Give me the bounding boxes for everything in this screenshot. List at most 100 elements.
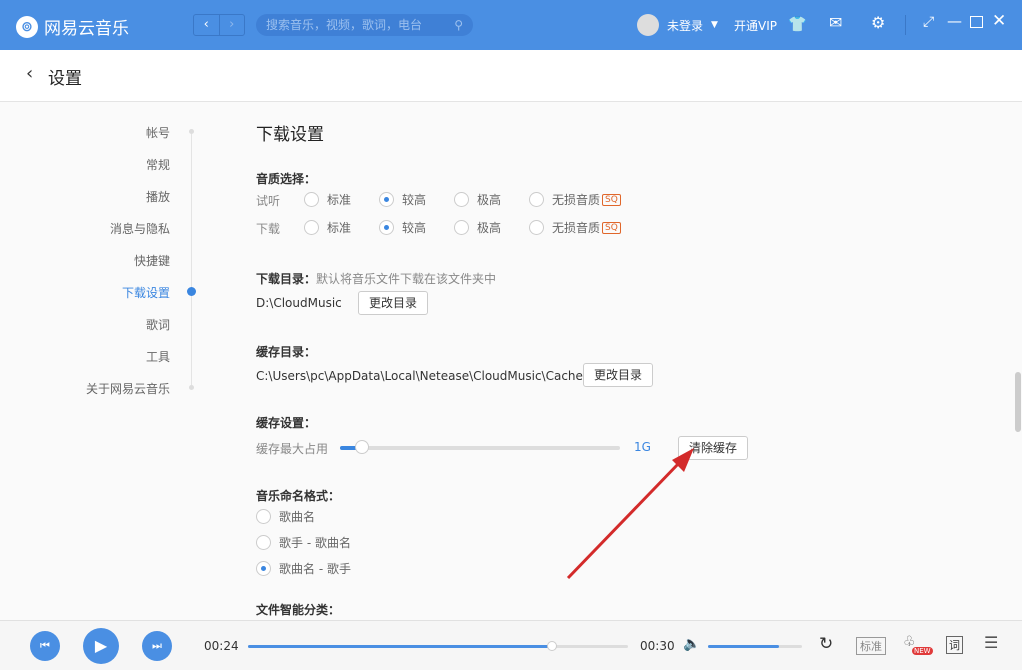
radio-download-higher[interactable]: 较高: [379, 219, 426, 236]
radio-preview-lossless[interactable]: 无损音质 SQ: [529, 191, 621, 208]
sq-badge: SQ: [602, 193, 621, 206]
radio[interactable]: [256, 509, 271, 524]
scrollbar-thumb[interactable]: [1015, 372, 1021, 432]
nav-buttons: ‹ ›: [193, 14, 245, 36]
app-logo[interactable]: ⊚ 网易云音乐: [16, 14, 129, 39]
sidebar-item-playback[interactable]: 播放: [146, 188, 170, 205]
vip-link[interactable]: 开通VIP: [734, 17, 777, 34]
playlist-icon[interactable]: ☰: [984, 633, 998, 652]
radio[interactable]: [304, 192, 319, 207]
option-label: 无损音质: [552, 221, 601, 235]
previous-button[interactable]: ⏮: [30, 631, 60, 661]
chevron-down-icon: ▼: [711, 20, 718, 30]
progress-fill: [248, 645, 552, 648]
option-label: 歌曲名: [279, 510, 316, 524]
classify-label: 文件智能分类：: [256, 603, 341, 617]
option-label: 无损音质: [552, 193, 601, 207]
naming-label: 音乐命名格式：: [256, 489, 341, 503]
search-icon[interactable]: ⚲: [454, 14, 463, 36]
user-menu[interactable]: 未登录 ▼: [637, 14, 718, 36]
next-button[interactable]: ⏭: [142, 631, 172, 661]
volume-fill: [708, 645, 779, 648]
progress-bar[interactable]: [248, 641, 628, 651]
skin-icon[interactable]: 👕: [788, 15, 807, 33]
option-label: 较高: [402, 221, 427, 235]
sidebar-item-account[interactable]: 帐号: [146, 124, 170, 141]
cache-dir-path: C:\Users\pc\AppData\Local\Netease\CloudM…: [256, 369, 583, 383]
sidebar-dot-active: [187, 287, 196, 296]
sidebar-item-shortcuts[interactable]: 快捷键: [134, 252, 170, 269]
radio-preview-higher[interactable]: 较高: [379, 191, 426, 208]
user-name: 未登录: [667, 18, 704, 33]
change-cache-dir-button[interactable]: 更改目录: [583, 363, 654, 387]
sidebar-dot: [189, 385, 194, 390]
gear-icon[interactable]: ⚙: [871, 13, 885, 32]
radio[interactable]: [256, 535, 271, 550]
slider-handle[interactable]: [355, 440, 369, 454]
download-dir-hint: 默认将音乐文件下载在该文件夹中: [316, 272, 497, 286]
radio-download-extreme[interactable]: 极高: [454, 219, 501, 236]
radio[interactable]: [256, 561, 271, 576]
elapsed-time: 00:24: [204, 639, 239, 653]
sidebar-item-tools[interactable]: 工具: [146, 348, 170, 365]
radio[interactable]: [454, 220, 469, 235]
preview-label: 试听: [256, 194, 281, 208]
radio-preview-extreme[interactable]: 极高: [454, 191, 501, 208]
title-bar: ⊚ 网易云音乐 ‹ › 搜索音乐，视频，歌词，电台 ⚲ 未登录 ▼ 开通VIP 👕 ✉ …: [0, 0, 1022, 50]
section-title: 下载设置: [256, 125, 324, 145]
minimize-icon[interactable]: —: [947, 12, 962, 30]
app-name: 网易云音乐: [44, 19, 129, 39]
divider: [905, 15, 906, 35]
lyrics-button[interactable]: 词: [946, 636, 963, 654]
download-dir-path: D:\CloudMusic: [256, 296, 342, 310]
radio[interactable]: [529, 192, 544, 207]
option-label: 极高: [477, 221, 502, 235]
play-button[interactable]: ▶: [83, 628, 119, 664]
radio-download-standard[interactable]: 标准: [304, 219, 351, 236]
mini-mode-icon[interactable]: ⤢: [923, 14, 934, 30]
maximize-icon[interactable]: [970, 16, 983, 28]
volume-icon[interactable]: 🔈: [683, 636, 700, 652]
search-input[interactable]: 搜索音乐，视频，歌词，电台 ⚲: [256, 14, 473, 36]
radio-naming-song[interactable]: 歌曲名: [256, 508, 315, 525]
loop-icon[interactable]: ↻: [819, 634, 833, 654]
cache-dir-label: 缓存目录：: [256, 345, 317, 359]
option-label: 标准: [327, 221, 352, 235]
radio[interactable]: [379, 192, 394, 207]
radio[interactable]: [529, 220, 544, 235]
radio[interactable]: [304, 220, 319, 235]
download-quality-label: 下载: [256, 222, 281, 236]
sidebar-item-privacy[interactable]: 消息与隐私: [110, 220, 170, 237]
radio-preview-standard[interactable]: 标准: [304, 191, 351, 208]
netease-logo-icon: ⊚: [16, 15, 38, 38]
page-title: 设置: [48, 69, 82, 89]
radio[interactable]: [454, 192, 469, 207]
sidebar-item-general[interactable]: 常规: [146, 156, 170, 173]
radio-naming-artist-song[interactable]: 歌手 - 歌曲名: [256, 534, 351, 551]
mail-icon[interactable]: ✉: [829, 13, 842, 32]
avatar: [637, 14, 659, 36]
radio-download-lossless[interactable]: 无损音质 SQ: [529, 219, 621, 236]
change-download-dir-button[interactable]: 更改目录: [358, 291, 429, 315]
option-label: 标准: [327, 193, 352, 207]
volume-bar[interactable]: [708, 645, 802, 648]
radio-naming-song-artist[interactable]: 歌曲名 - 歌手: [256, 560, 351, 577]
back-icon[interactable]: ‹: [26, 63, 33, 84]
quality-button[interactable]: 标准: [856, 637, 886, 655]
new-badge: NEW: [912, 647, 933, 655]
cache-settings-label: 缓存设置：: [256, 416, 317, 430]
progress-handle[interactable]: [547, 641, 557, 651]
radio[interactable]: [379, 220, 394, 235]
sidebar-dot: [189, 129, 194, 134]
forward-nav-button[interactable]: ›: [218, 15, 245, 35]
back-nav-button[interactable]: ‹: [194, 15, 219, 35]
option-label: 极高: [477, 193, 502, 207]
clear-cache-button[interactable]: 清除缓存: [678, 436, 749, 460]
total-time: 00:30: [640, 639, 675, 653]
sidebar-item-about[interactable]: 关于网易云音乐: [86, 380, 170, 397]
sidebar-item-lyrics[interactable]: 歌词: [146, 316, 170, 333]
player-bar: ⏮ ▶ ⏭ 00:24 00:30 🔈 ↻ 标准 ♧ NEW 词 ☰: [0, 620, 1022, 670]
sidebar-item-download[interactable]: 下载设置: [122, 284, 170, 301]
cache-size-slider[interactable]: [340, 440, 620, 454]
close-icon[interactable]: ✕: [992, 11, 1006, 31]
